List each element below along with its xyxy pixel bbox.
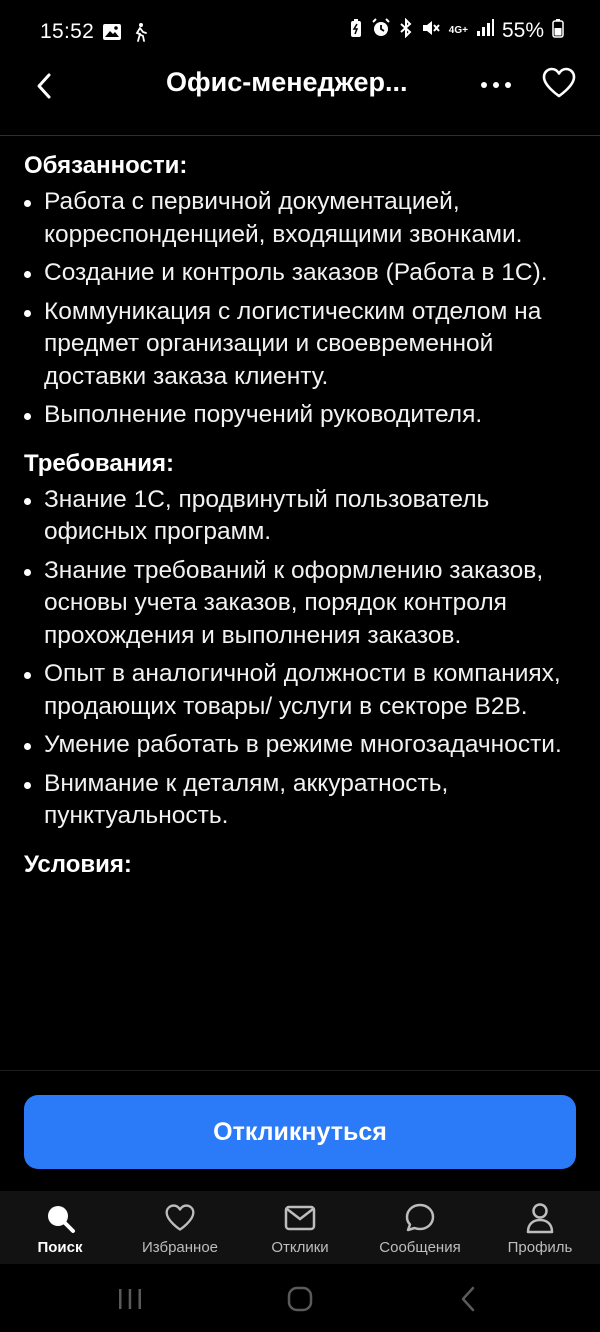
alarm-icon — [371, 18, 391, 44]
page-title: Офис-менеджер... — [166, 67, 408, 97]
home-button[interactable] — [280, 1284, 320, 1314]
nav-label: Сообщения — [379, 1239, 461, 1256]
section-conditions: Условия: — [24, 849, 576, 881]
bullet-dot — [24, 497, 31, 505]
list-item: Внимание к деталям, аккуратность, пункту… — [24, 768, 576, 833]
recent-apps-button[interactable] — [110, 1284, 150, 1314]
list-item: Знание требований к оформлению заказов, … — [24, 555, 576, 653]
profile-icon — [523, 1201, 557, 1235]
bullet-dot — [24, 413, 31, 420]
status-time: 15:52 — [40, 20, 95, 43]
back-arrow-icon — [461, 1286, 475, 1312]
chevron-left-icon — [37, 73, 51, 99]
duties-list: Работа с первичной документацией, коррес… — [24, 186, 576, 432]
battery-icon — [552, 18, 564, 44]
nav-item-favorites[interactable]: Избранное — [120, 1191, 240, 1264]
list-item: Умение работать в режиме многозадачности… — [24, 729, 576, 762]
bullet-dot — [24, 271, 31, 278]
section-title: Требования: — [24, 449, 174, 477]
status-bar: 15:52 4G+ 55% — [0, 0, 600, 66]
nav-item-responses[interactable]: Отклики — [240, 1191, 360, 1264]
section-title: Обязанности: — [24, 152, 188, 179]
nav-label: Отклики — [271, 1239, 329, 1256]
nav-label: Поиск — [37, 1239, 83, 1256]
search-icon — [43, 1201, 77, 1235]
battery-saver-icon — [349, 18, 363, 44]
list-item: Выполнение поручений руководителя. — [24, 399, 576, 432]
nav-item-profile[interactable]: Профиль — [480, 1191, 600, 1264]
bullet-dot — [24, 743, 31, 750]
app-header: Офис-менеджер... — [0, 66, 600, 136]
vacancy-description[interactable]: Обязанности: Работа с первичной документ… — [0, 136, 600, 1070]
gallery-icon — [102, 23, 122, 46]
list-item: Опыт в аналогичной должности в компаниях… — [24, 658, 576, 723]
nav-item-messages[interactable]: Сообщения — [360, 1191, 480, 1264]
chat-icon — [403, 1201, 437, 1235]
list-item: Создание и контроль заказов (Работа в 1С… — [24, 257, 576, 290]
nav-item-search[interactable]: Поиск — [0, 1191, 120, 1264]
section-duties: Обязанности: Работа с первичной документ… — [24, 150, 576, 432]
status-system-icons: 4G+ 55% — [349, 17, 564, 44]
list-item: Работа с первичной документацией, коррес… — [24, 186, 576, 251]
heart-icon — [163, 1201, 197, 1235]
list-item: Коммуникация с логистическим отделом на … — [24, 296, 576, 394]
bluetooth-icon — [399, 17, 413, 44]
list-item: Знание 1С, продвинутый пользователь офис… — [24, 484, 576, 549]
bottom-action-area: Откликнуться — [0, 1070, 600, 1192]
bullet-dot — [24, 309, 31, 317]
favorite-button[interactable] — [540, 66, 578, 100]
section-title: Условия: — [24, 850, 132, 878]
more-dots-icon — [481, 82, 511, 88]
mute-icon — [421, 18, 441, 44]
back-button[interactable] — [26, 68, 62, 104]
apply-button[interactable]: Откликнуться — [24, 1095, 576, 1169]
status-notification-icons — [102, 22, 148, 47]
bullet-dot — [24, 200, 31, 207]
nav-label: Избранное — [141, 1239, 219, 1256]
more-options-button[interactable] — [478, 70, 514, 100]
system-back-button[interactable] — [448, 1284, 488, 1314]
bullet-dot — [24, 568, 31, 576]
network-type-icon: 4G+ — [448, 25, 468, 36]
bottom-navigation: Поиск Избранное Отклики Сообщения Профил… — [0, 1191, 600, 1264]
battery-percent: 55% — [501, 19, 544, 42]
bullet-dot — [24, 672, 31, 679]
heart-icon — [542, 67, 576, 98]
section-requirements: Требования: Знание 1С, продвинутый польз… — [24, 448, 576, 833]
walking-icon — [132, 22, 148, 47]
system-navigation-bar — [0, 1264, 600, 1332]
nav-label: Профиль — [507, 1239, 573, 1256]
home-icon — [287, 1286, 313, 1312]
recent-apps-icon — [119, 1289, 141, 1309]
signal-icon — [476, 19, 494, 43]
mail-icon — [283, 1201, 317, 1235]
bullet-dot — [24, 781, 31, 789]
requirements-list: Знание 1С, продвинутый пользователь офис… — [24, 484, 576, 833]
